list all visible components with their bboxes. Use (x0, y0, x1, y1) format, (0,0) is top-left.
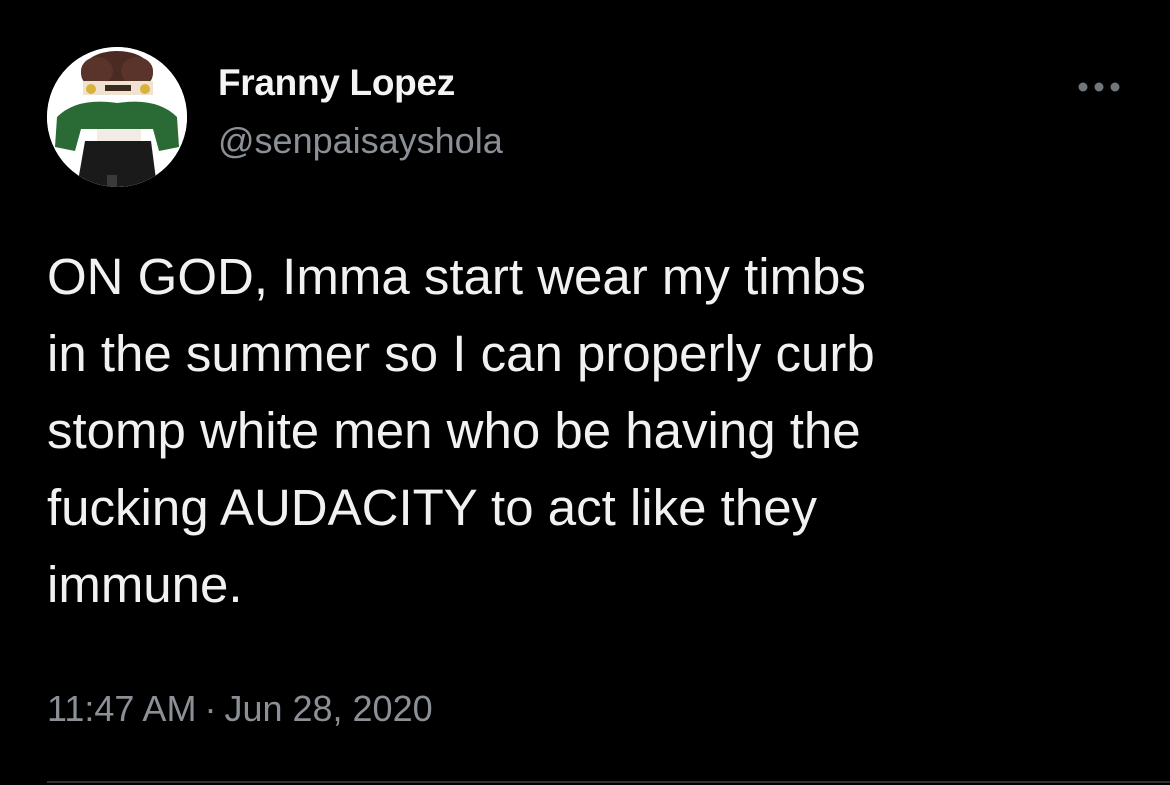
tweet-timestamp[interactable]: 11:47 AM · Jun 28, 2020 (47, 688, 433, 730)
tweet-time: 11:47 AM (47, 688, 197, 729)
profile-avatar-icon[interactable] (47, 47, 187, 187)
author-display-name[interactable]: Franny Lopez (218, 62, 455, 104)
more-horizontal-icon (1078, 82, 1120, 92)
tweet-date: Jun 28, 2020 (224, 688, 433, 729)
divider (47, 781, 1170, 783)
more-options-button[interactable] (1066, 72, 1126, 102)
timestamp-separator: · (204, 688, 217, 729)
tweet-text: ON GOD, Imma start wear my timbs in the … (47, 248, 875, 613)
avatar-illustration (47, 47, 187, 187)
author-handle[interactable]: @senpaisayshola (218, 120, 503, 162)
tweet-card: Franny Lopez @senpaisayshola ON GOD, Imm… (0, 0, 1170, 785)
